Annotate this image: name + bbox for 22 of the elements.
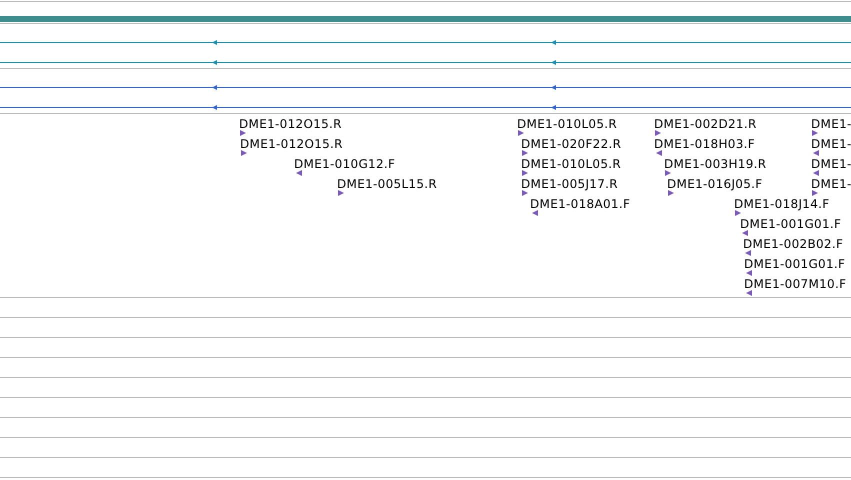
feature-label: DME1- [811,177,851,191]
feature-label: DME1-002D21.R [654,117,757,131]
feature-label: DME1-018A01.F [530,197,630,211]
feature-label: DME1-003H19.R [664,157,766,171]
feature-label: DME1-001G01.F [744,257,846,271]
feature-label: DME1-018J14.F [734,197,830,211]
feature-label: DME1-007M10.F [744,277,846,291]
feature-label: DME1-012O15.R [240,137,343,151]
feature-label: DME1-010G12.F [294,157,396,171]
feature-label: DME1- [811,137,851,151]
feature-label: DME1-002B02.F [743,237,844,251]
feature-label: DME1- [811,157,851,171]
feature-label: DME1-010L05.R [517,117,618,131]
feature-label: DME1-005J17.R [521,177,618,191]
feature-label: DME1-005L15.R [337,177,438,191]
feature-label: DME1-016J05.F [667,177,762,191]
feature-label: DME1-020F22.R [521,137,622,151]
feature-label: DME1-018H03.F [654,137,755,151]
feature-label: DME1- [811,117,851,131]
feature-label: DME1-001G01.F [740,217,842,231]
feature-label: DME1-012O15.R [239,117,342,131]
feature-label: DME1-010L05.R [521,157,622,171]
